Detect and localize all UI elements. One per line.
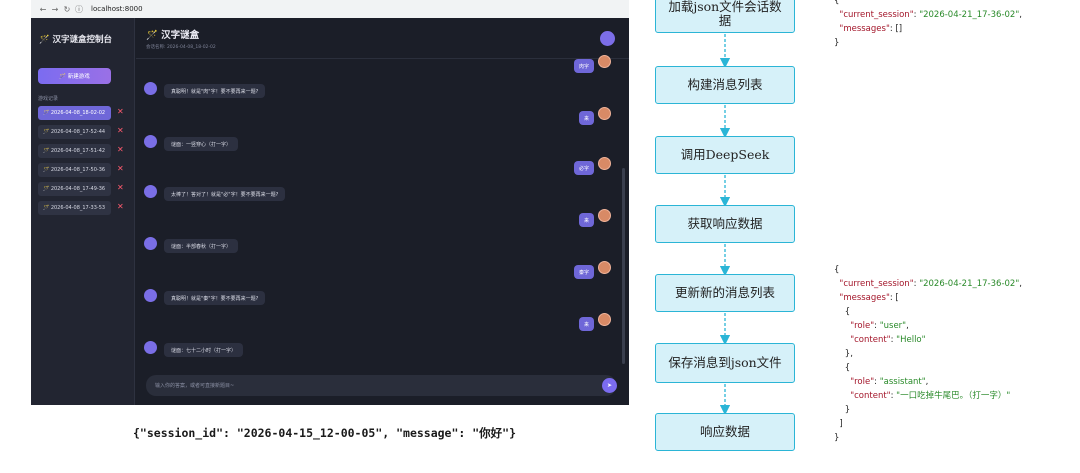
json-value: "assistant"	[879, 377, 926, 387]
json-value: []	[895, 24, 903, 34]
flow-node-call-deepseek: 调用DeepSeek	[655, 136, 795, 174]
json-empty-session: { "current_session": "2026-04-21_17-36-0…	[834, 0, 1022, 50]
json-key: "content"	[850, 335, 891, 345]
brace: }	[834, 433, 840, 443]
brace: {	[834, 0, 840, 6]
flow-node-update-messages: 更新新的消息列表	[655, 274, 795, 312]
json-value: "Hello"	[896, 335, 926, 345]
json-key: "messages"	[839, 24, 890, 34]
json-key: "current_session"	[839, 279, 914, 289]
json-value: "user"	[879, 321, 907, 331]
json-value: "2026-04-21_17-36-02"	[919, 10, 1020, 20]
flow-node-load-json: 加载json文件会话数据	[655, 0, 795, 33]
flow-node-get-response: 获取响应数据	[655, 205, 795, 243]
json-key: "current_session"	[839, 10, 914, 20]
json-key: "messages"	[839, 293, 890, 303]
json-value: "2026-04-21_17-36-02"	[919, 279, 1020, 289]
json-populated-session: { "current_session": "2026-04-21_17-36-0…	[834, 265, 1022, 443]
flow-node-respond: 响应数据	[655, 413, 795, 451]
flow-node-build-messages: 构建消息列表	[655, 66, 795, 104]
brace: {	[834, 265, 840, 275]
json-key: "content"	[850, 391, 891, 401]
flow-node-save-json: 保存消息到json文件	[655, 343, 795, 383]
json-key: "role"	[850, 377, 875, 387]
json-key: "role"	[850, 321, 875, 331]
json-value: "一口吃掉牛尾巴。（打一字）"	[896, 391, 1011, 401]
brace: }	[834, 38, 840, 48]
